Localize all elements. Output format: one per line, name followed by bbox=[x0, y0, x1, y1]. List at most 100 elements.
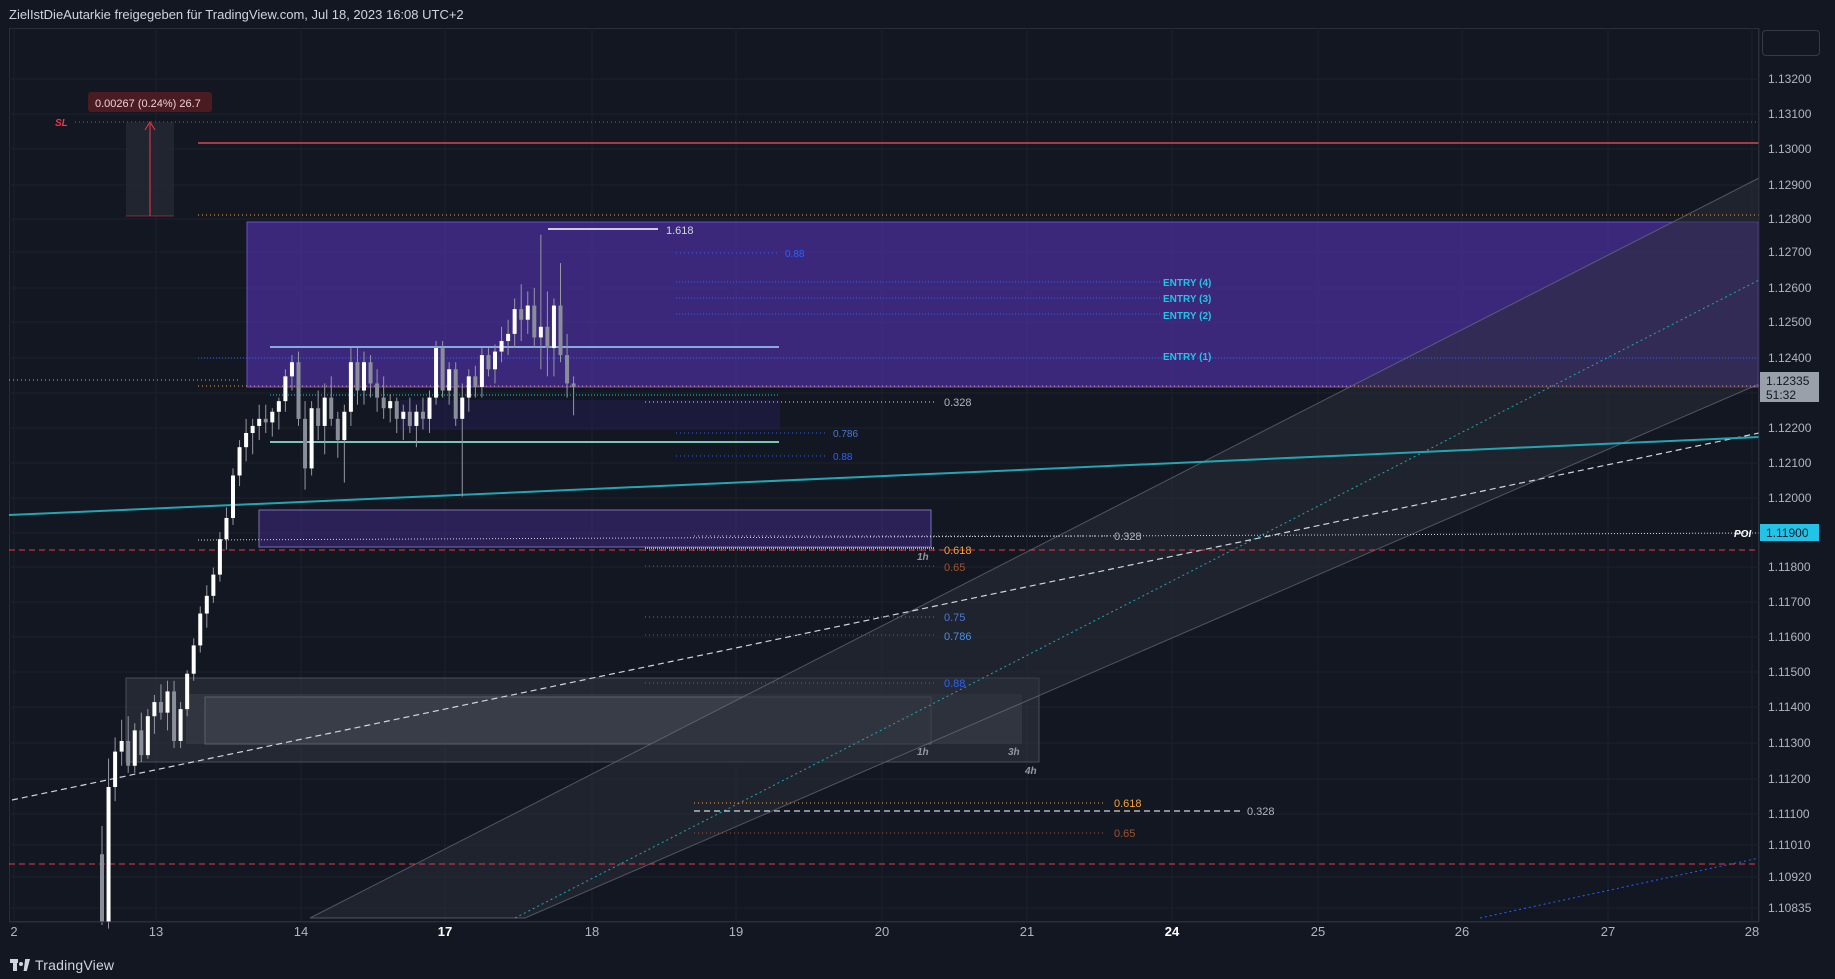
candle-body[interactable] bbox=[276, 401, 281, 412]
price-tick-label: 1.13000 bbox=[1768, 142, 1812, 156]
candle-body[interactable] bbox=[434, 348, 439, 398]
price-tick-label: 1.11600 bbox=[1768, 630, 1811, 644]
candle-body[interactable] bbox=[244, 433, 249, 448]
candle-body[interactable] bbox=[368, 362, 373, 384]
candle-body[interactable] bbox=[401, 411, 406, 419]
candle-body[interactable] bbox=[224, 517, 229, 540]
time-tick-label: 24 bbox=[1165, 924, 1180, 939]
candle-body[interactable] bbox=[237, 447, 242, 476]
candle-body[interactable] bbox=[394, 401, 399, 419]
candle-body[interactable] bbox=[152, 702, 157, 717]
candle-body[interactable] bbox=[381, 397, 386, 409]
candle-body[interactable] bbox=[231, 475, 235, 518]
candle-body[interactable] bbox=[525, 305, 530, 320]
candle-body[interactable] bbox=[335, 418, 340, 441]
candle-body[interactable] bbox=[329, 397, 334, 419]
candle-body[interactable] bbox=[303, 418, 308, 469]
candle-body[interactable] bbox=[185, 673, 190, 710]
candle-body[interactable] bbox=[165, 691, 170, 713]
time-tick-label: 18 bbox=[585, 924, 599, 939]
candle-body[interactable] bbox=[172, 691, 177, 741]
candle-body[interactable] bbox=[257, 418, 262, 426]
candle-body[interactable] bbox=[375, 383, 380, 398]
candle-body[interactable] bbox=[571, 383, 576, 387]
candle-body[interactable] bbox=[204, 595, 209, 614]
candle-body[interactable] bbox=[139, 730, 144, 756]
price-tick-label: 1.12000 bbox=[1768, 491, 1812, 505]
fvg-3h-label: 3h bbox=[1008, 747, 1020, 758]
entry-4-label: ENTRY (4) bbox=[1163, 278, 1211, 289]
candle-body[interactable] bbox=[407, 411, 412, 426]
candle-body[interactable] bbox=[178, 709, 183, 741]
candle-body[interactable] bbox=[263, 418, 268, 423]
candle-body[interactable] bbox=[106, 787, 111, 922]
candle-body[interactable] bbox=[270, 411, 275, 423]
candle-body[interactable] bbox=[198, 613, 203, 646]
candle-body[interactable] bbox=[512, 309, 517, 334]
candle-body[interactable] bbox=[322, 397, 327, 426]
candle-body[interactable] bbox=[158, 702, 163, 713]
fib-mid-0328-label: 0.328 bbox=[1114, 531, 1142, 543]
candle-body[interactable] bbox=[296, 362, 301, 419]
candle-body[interactable] bbox=[132, 730, 137, 766]
fib-low-065-label: 0.65 bbox=[1114, 828, 1135, 840]
time-tick-label: 19 bbox=[729, 924, 743, 939]
candle-body[interactable] bbox=[309, 408, 314, 469]
candle-body[interactable] bbox=[414, 411, 419, 426]
candle-body[interactable] bbox=[486, 355, 491, 370]
price-axis[interactable]: 1.13200 1.13100 1.13000 1.12900 1.12800 1.127… bbox=[1768, 72, 1812, 915]
candle-body[interactable] bbox=[420, 411, 425, 419]
time-tick-label: 25 bbox=[1311, 924, 1325, 939]
candle-body[interactable] bbox=[289, 362, 294, 377]
candle-body[interactable] bbox=[100, 854, 104, 922]
fvg-zone-1h-upper[interactable] bbox=[258, 509, 932, 548]
candle-body[interactable] bbox=[113, 751, 118, 787]
candle-body[interactable] bbox=[538, 326, 543, 338]
candle-body[interactable] bbox=[551, 305, 556, 349]
candle-body[interactable] bbox=[388, 401, 393, 409]
tradingview-logo-icon bbox=[10, 959, 30, 971]
candle-body[interactable] bbox=[348, 362, 353, 412]
poi-label: POI bbox=[1734, 529, 1751, 540]
candle-body[interactable] bbox=[460, 397, 465, 419]
candle-body[interactable] bbox=[447, 369, 452, 391]
candle-body[interactable] bbox=[453, 369, 458, 419]
candle-body[interactable] bbox=[506, 333, 511, 341]
price-axis-settings-button[interactable] bbox=[1762, 30, 1820, 56]
candle-body[interactable] bbox=[250, 425, 255, 433]
price-tick-label: 1.10920 bbox=[1768, 870, 1812, 884]
candle-body[interactable] bbox=[119, 740, 124, 752]
candle-body[interactable] bbox=[558, 305, 563, 356]
entry-3-label: ENTRY (3) bbox=[1163, 294, 1211, 305]
candle-body[interactable] bbox=[493, 351, 497, 370]
candle-body[interactable] bbox=[316, 408, 321, 426]
time-tick-label: 20 bbox=[875, 924, 889, 939]
candle-body[interactable] bbox=[499, 340, 504, 352]
candle-body[interactable] bbox=[479, 355, 484, 387]
candle-body[interactable] bbox=[342, 411, 347, 441]
candle-body[interactable] bbox=[283, 376, 288, 402]
fib-low-0328-label: 0.328 bbox=[1247, 806, 1275, 818]
candle-body[interactable] bbox=[532, 305, 537, 338]
candle-body[interactable] bbox=[355, 362, 360, 391]
candle-body[interactable] bbox=[362, 362, 366, 391]
fib-low-0618-label: 0.618 bbox=[1114, 798, 1142, 810]
candle-body[interactable] bbox=[565, 355, 570, 384]
candle-body[interactable] bbox=[211, 574, 216, 596]
current-price-tag: 1.12335 bbox=[1766, 374, 1810, 388]
time-tick-label: 13 bbox=[149, 924, 163, 939]
poi-price-tag: 1.11900 bbox=[1766, 526, 1809, 540]
candle-body[interactable] bbox=[440, 348, 445, 391]
candle-body[interactable] bbox=[466, 376, 471, 398]
candle-body[interactable] bbox=[427, 397, 432, 419]
candle-body[interactable] bbox=[519, 309, 524, 320]
candle-body[interactable] bbox=[473, 376, 478, 387]
candle-body[interactable] bbox=[217, 539, 222, 575]
candle-body[interactable] bbox=[145, 716, 150, 756]
tradingview-logo[interactable]: TradingView bbox=[10, 957, 114, 973]
chart-canvas[interactable]: 0.00267 (0.24%) 26.7 SL ENTRY (4) ENTRY … bbox=[0, 0, 1835, 950]
candle-body[interactable] bbox=[126, 740, 131, 766]
time-axis[interactable]: 2 13 14 17 18 19 20 21 24 25 26 27 28 bbox=[10, 924, 1759, 939]
candle-body[interactable] bbox=[545, 326, 550, 349]
candle-body[interactable] bbox=[191, 645, 196, 674]
